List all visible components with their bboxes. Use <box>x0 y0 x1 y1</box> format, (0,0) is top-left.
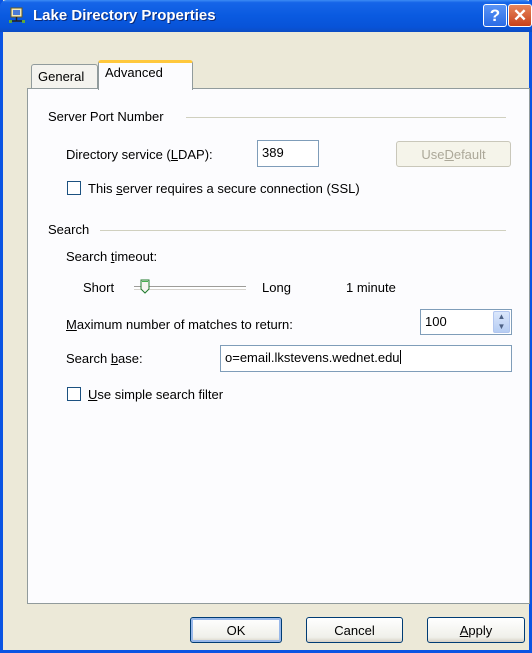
tab-general-label: General <box>38 69 85 84</box>
close-button[interactable]: ✕ <box>508 4 532 27</box>
ldap-label-text-end: DAP): <box>177 147 213 162</box>
simple-filter-text: se simple search filter <box>97 387 224 402</box>
base-label-text: Search <box>66 351 111 366</box>
search-base-label: Search base: <box>66 351 143 366</box>
use-default-text-end: efault <box>453 146 486 162</box>
tab-advanced-label: Advanced <box>105 65 163 80</box>
cancel-button-label: Cancel <box>334 622 375 638</box>
arrow-down-icon[interactable]: ▼ <box>498 322 506 332</box>
search-base-input[interactable]: o=email.lkstevens.wednet.edu <box>220 345 512 372</box>
window-title: Lake Directory Properties <box>33 7 216 24</box>
max-matches-spinner[interactable]: ▲ ▼ <box>493 311 510 333</box>
search-base-value: o=email.lkstevens.wednet.edu <box>225 350 400 365</box>
timeout-slider-track[interactable] <box>134 286 246 289</box>
title-bar[interactable]: Lake Directory Properties ? ✕ <box>0 0 532 32</box>
ldap-label-accel: L <box>170 147 178 162</box>
timeout-label-text-end: imeout: <box>114 249 158 264</box>
text-caret <box>399 350 401 364</box>
max-matches-value: 100 <box>425 314 447 329</box>
slider-max-label: Long <box>262 280 291 295</box>
cancel-button[interactable]: Cancel <box>306 617 403 643</box>
use-default-button[interactable]: Use Default <box>396 141 511 167</box>
ldap-port-label: Directory service (LDAP): <box>66 147 213 162</box>
ok-button-label: OK <box>226 622 246 638</box>
tab-general[interactable]: General <box>31 64 98 88</box>
advanced-tab-panel: Server Port Number Directory service (LD… <box>27 88 530 604</box>
search-divider <box>100 230 506 231</box>
slider-value-text: 1 minute <box>346 280 396 295</box>
ldap-port-input[interactable]: 389 <box>257 140 319 167</box>
server-port-group-label: Server Port Number <box>48 109 164 124</box>
base-label-text-end: ase: <box>118 351 143 366</box>
timeout-slider-thumb[interactable] <box>140 279 150 294</box>
simple-filter-accel: U <box>88 387 98 402</box>
apply-button-label: pply <box>468 622 493 638</box>
ssl-label-text: This <box>88 181 117 196</box>
slider-min-label: Short <box>83 280 115 295</box>
timeout-label-text: Search <box>66 249 111 264</box>
ssl-label-text-end: erver requires a secure connection (SSL) <box>122 181 360 196</box>
use-default-accel: D <box>444 146 454 162</box>
use-default-text: Use <box>421 146 445 162</box>
max-matches-text: aximum number of matches to return: <box>76 317 293 332</box>
search-group-label: Search <box>48 222 90 237</box>
ldap-label-text: Directory service ( <box>66 147 171 162</box>
close-icon: ✕ <box>512 5 528 25</box>
ldap-port-value: 389 <box>262 145 284 160</box>
apply-accel: A <box>459 622 469 638</box>
ssl-checkbox[interactable] <box>67 181 81 195</box>
address-book-network-icon <box>9 7 25 23</box>
max-matches-label: Maximum number of matches to return: <box>66 317 293 332</box>
ssl-checkbox-label[interactable]: This server requires a secure connection… <box>88 181 360 196</box>
simple-filter-checkbox[interactable] <box>67 387 81 401</box>
ok-button[interactable]: OK <box>190 617 282 643</box>
question-mark-icon: ? <box>489 5 501 25</box>
server-port-divider <box>186 117 506 118</box>
apply-button[interactable]: Apply <box>427 617 525 643</box>
search-timeout-label: Search timeout: <box>66 249 157 264</box>
help-button[interactable]: ? <box>483 4 507 27</box>
arrow-up-icon[interactable]: ▲ <box>498 312 506 322</box>
properties-dialog: Lake Directory Properties ? ✕ General Ad… <box>0 0 532 653</box>
tab-advanced[interactable]: Advanced <box>98 60 193 90</box>
simple-filter-label[interactable]: Use simple search filter <box>88 387 223 402</box>
base-label-accel: b <box>110 351 119 366</box>
max-matches-accel: M <box>66 317 77 332</box>
